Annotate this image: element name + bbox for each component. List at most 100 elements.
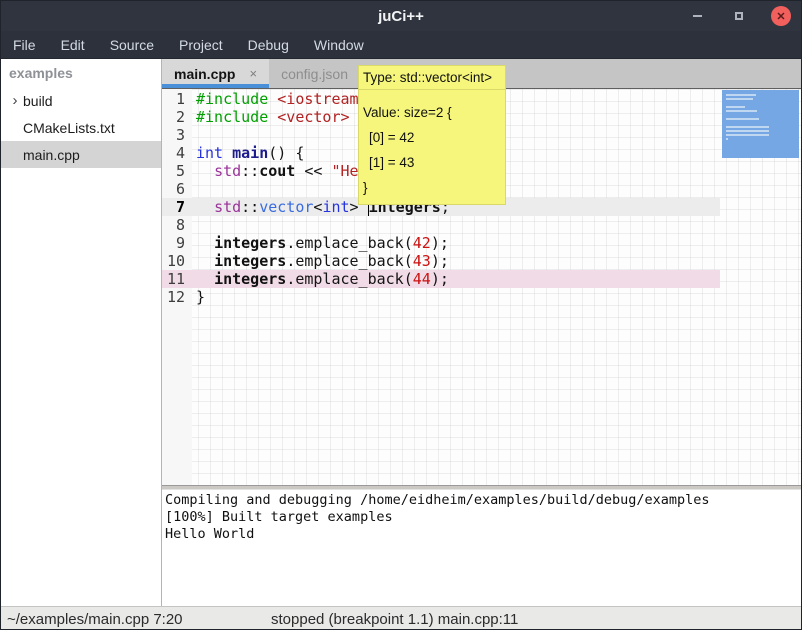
- tree-item-label: main.cpp: [23, 147, 80, 163]
- tab-main-cpp[interactable]: main.cpp ×: [162, 59, 269, 88]
- minimap-code-line: [726, 138, 728, 140]
- line-number: 9: [162, 234, 192, 252]
- terminal-line: [100%] Built target examples: [165, 509, 801, 526]
- token: [196, 252, 214, 270]
- tooltip-value-line: Value: size=2 {: [363, 100, 501, 125]
- code-text: [192, 216, 196, 234]
- app-window: juCi++ ✕ File Edit Source Project Debug Windo…: [0, 0, 802, 630]
- tree-item-cmakelists-txt[interactable]: CMakeLists.txt: [1, 114, 161, 141]
- terminal-line: Hello World: [165, 526, 801, 543]
- token: std: [214, 162, 241, 180]
- tooltip-value-line: [1] = 43: [363, 150, 501, 175]
- token: [268, 108, 277, 126]
- token: cout: [259, 162, 295, 180]
- code-line-8[interactable]: 8: [162, 216, 720, 234]
- close-icon[interactable]: ✕: [771, 6, 791, 26]
- code-text: [192, 126, 196, 144]
- tooltip-value-line: [0] = 42: [363, 125, 501, 150]
- token: .emplace_back(: [286, 270, 412, 288]
- tab-config-json[interactable]: config.json: [269, 59, 360, 88]
- line-number: 8: [162, 216, 192, 234]
- line-number: 2: [162, 108, 192, 126]
- line-number: 7: [162, 198, 192, 216]
- menu-bar: File Edit Source Project Debug Window: [1, 31, 801, 59]
- token: main: [232, 144, 268, 162]
- line-number: 3: [162, 126, 192, 144]
- code-line-11[interactable]: 11 integers.emplace_back(44);: [162, 270, 720, 288]
- token: #include: [196, 90, 268, 108]
- menu-item-file[interactable]: File: [11, 35, 38, 55]
- token: );: [431, 270, 449, 288]
- project-name-header: examples: [1, 59, 161, 87]
- tab-label: main.cpp: [174, 66, 235, 82]
- file-location-status: ~/examples/main.cpp 7:20: [7, 611, 183, 628]
- code-line-12[interactable]: 12}: [162, 288, 720, 306]
- code-text: integers.emplace_back(42);: [192, 234, 449, 252]
- menu-item-source[interactable]: Source: [108, 35, 156, 55]
- file-tree-sidebar: examples ›build CMakeLists.txt main.cpp: [1, 59, 162, 606]
- token: );: [431, 252, 449, 270]
- menu-item-window[interactable]: Window: [312, 35, 366, 55]
- minimap-code-line: [726, 94, 756, 96]
- menu-item-project[interactable]: Project: [177, 35, 225, 55]
- token: int: [322, 198, 349, 216]
- token: std: [214, 198, 241, 216]
- code-text: #include <iostream>: [192, 90, 368, 108]
- line-number: 10: [162, 252, 192, 270]
- token: );: [431, 234, 449, 252]
- token: ::: [241, 198, 259, 216]
- tooltip-type-line: Type: std::vector<int>: [358, 65, 506, 90]
- terminal-line: Compiling and debugging /home/eidheim/ex…: [165, 492, 801, 509]
- tab-close-icon[interactable]: ×: [249, 66, 257, 81]
- token: #include: [196, 108, 268, 126]
- minimap-slider[interactable]: [722, 90, 799, 158]
- terminal-output[interactable]: Compiling and debugging /home/eidheim/ex…: [162, 490, 801, 606]
- token: integers: [214, 252, 286, 270]
- status-bar: ~/examples/main.cpp 7:20 stopped (breakp…: [1, 606, 801, 630]
- minimap-column: [720, 89, 801, 485]
- token: [196, 162, 214, 180]
- token: int: [196, 144, 223, 162]
- code-text: #include <vector>: [192, 108, 350, 126]
- expander-chevron-icon[interactable]: ›: [7, 92, 23, 109]
- minimap-code-line: [726, 106, 745, 108]
- minimap-code-line: [726, 110, 757, 112]
- minimap-code-line: [726, 130, 769, 132]
- minimap-code-line: [726, 98, 753, 100]
- minimap-code-line: [726, 126, 769, 128]
- token: integers: [214, 234, 286, 252]
- token: [196, 198, 214, 216]
- code-text: [192, 180, 196, 198]
- minimap-code-line: [726, 134, 769, 136]
- code-line-10[interactable]: 10 integers.emplace_back(43);: [162, 252, 720, 270]
- window-controls: ✕: [687, 6, 791, 26]
- token: .emplace_back(: [286, 252, 412, 270]
- token: 44: [413, 270, 431, 288]
- token: [268, 90, 277, 108]
- tree-item-main-cpp[interactable]: main.cpp: [1, 141, 161, 168]
- title-bar[interactable]: juCi++ ✕: [1, 1, 801, 31]
- token: [196, 234, 214, 252]
- menu-item-edit[interactable]: Edit: [59, 35, 87, 55]
- token: <<: [295, 162, 331, 180]
- code-text: }: [192, 288, 205, 306]
- line-number: 12: [162, 288, 192, 306]
- code-line-9[interactable]: 9 integers.emplace_back(42);: [162, 234, 720, 252]
- tree-item-label: CMakeLists.txt: [23, 120, 115, 136]
- minimize-icon[interactable]: [687, 6, 707, 26]
- debug-status: stopped (breakpoint 1.1) main.cpp:11: [271, 611, 518, 628]
- token: <iostream>: [277, 90, 367, 108]
- tree-item-build[interactable]: ›build: [1, 87, 161, 114]
- token: .emplace_back(: [286, 234, 412, 252]
- menu-item-debug[interactable]: Debug: [246, 35, 291, 55]
- token: <vector>: [277, 108, 349, 126]
- token: ::: [241, 162, 259, 180]
- tab-label: config.json: [281, 66, 348, 82]
- token: [223, 144, 232, 162]
- tree-item-label: build: [23, 93, 53, 109]
- restore-icon[interactable]: [729, 6, 749, 26]
- code-text: std::cout << "Hel: [192, 162, 368, 180]
- code-text: int main() {: [192, 144, 304, 162]
- line-number: 11: [162, 270, 192, 288]
- token: 42: [413, 234, 431, 252]
